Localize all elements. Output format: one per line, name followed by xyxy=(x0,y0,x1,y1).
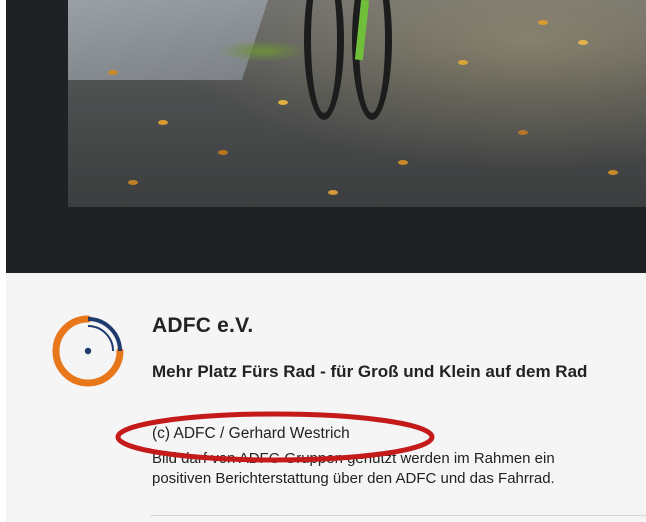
photo-leaf xyxy=(158,120,168,125)
photo-leaf xyxy=(128,180,138,185)
annotation-ellipse xyxy=(115,411,435,463)
photo-leaf xyxy=(538,20,548,25)
bicycle-wheel xyxy=(304,0,344,120)
hero-photo xyxy=(68,0,646,207)
bicycle-wheel xyxy=(352,0,392,120)
photo-grass xyxy=(218,40,308,62)
organization-name: ADFC e.V. xyxy=(152,314,254,337)
photo-leaf xyxy=(328,190,338,195)
image-title: Mehr Platz Fürs Rad - für Groß und Klein… xyxy=(152,362,588,381)
photo-leaf xyxy=(108,70,118,75)
description-line: positiven Berichterstattung über den ADF… xyxy=(152,470,555,487)
photo-leaf xyxy=(398,160,408,165)
photo-leaf xyxy=(608,170,618,175)
photo-leaf xyxy=(458,60,468,65)
photo-leaf xyxy=(278,100,288,105)
photo-leaf xyxy=(518,130,528,135)
photo-leaf xyxy=(578,40,588,45)
adfc-logo-icon xyxy=(52,315,124,387)
divider xyxy=(150,515,646,516)
photo-leaf xyxy=(218,150,228,155)
